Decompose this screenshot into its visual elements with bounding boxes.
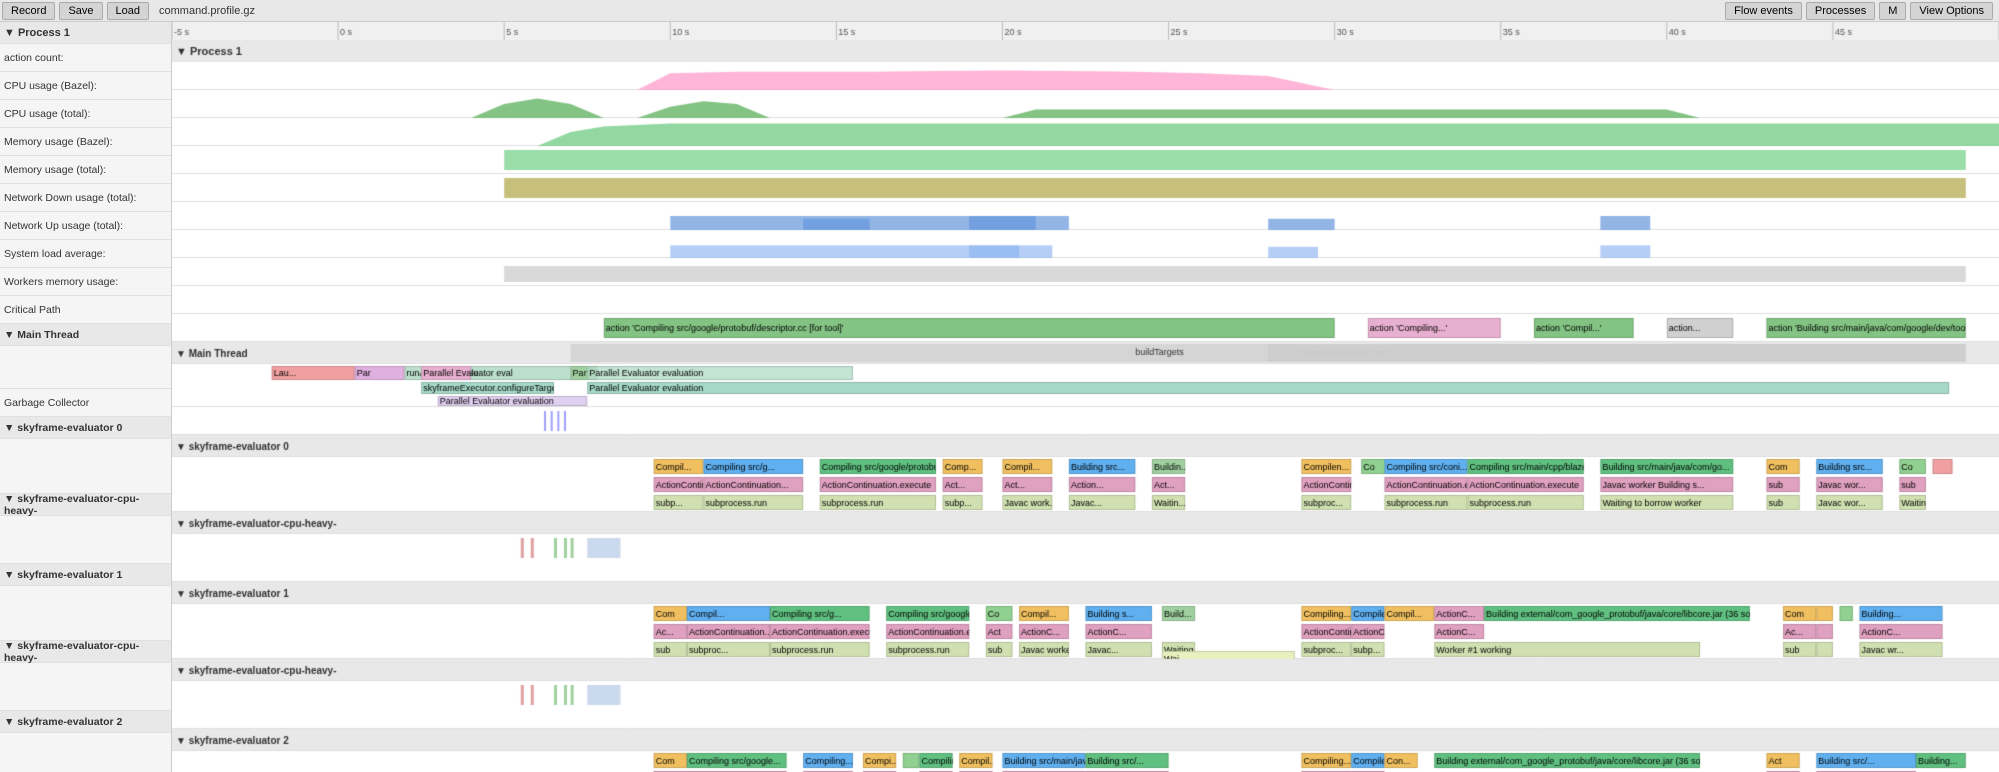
row-se2-sub	[0, 733, 171, 772]
row-cpu-total: CPU usage (total):	[0, 100, 171, 128]
right-panel	[172, 22, 1999, 772]
row-action-count: action count:	[0, 44, 171, 72]
row-se-cpu0-sub	[0, 516, 171, 564]
row-cpu-bazel: CPU usage (Bazel):	[0, 72, 171, 100]
row-se0-sub	[0, 439, 171, 494]
row-sysload: System load average:	[0, 240, 171, 268]
row-main-thread-sub	[0, 346, 171, 389]
row-net-down: Network Down usage (total):	[0, 184, 171, 212]
row-se2[interactable]: ▼ skyframe-evaluator 2	[0, 711, 171, 733]
row-se-cpu1-sub	[0, 663, 171, 711]
view-options-button[interactable]: View Options	[1910, 2, 1993, 20]
row-mem-bazel: Memory usage (Bazel):	[0, 128, 171, 156]
process-title[interactable]: ▼ Process 1	[0, 22, 171, 44]
row-mem-total: Memory usage (total):	[0, 156, 171, 184]
row-net-up: Network Up usage (total):	[0, 212, 171, 240]
left-panel: ▼ Process 1 action count: CPU usage (Baz…	[0, 22, 172, 772]
row-gc: Garbage Collector	[0, 389, 171, 417]
row-workers-mem: Workers memory usage:	[0, 268, 171, 296]
save-button[interactable]: Save	[59, 2, 102, 20]
row-main-thread[interactable]: ▼ Main Thread	[0, 324, 171, 346]
timeline-ruler	[172, 22, 1999, 40]
row-critical-path: Critical Path	[0, 296, 171, 324]
row-se-cpu0[interactable]: ▼ skyframe-evaluator-cpu-heavy-	[0, 494, 171, 516]
row-se0[interactable]: ▼ skyframe-evaluator 0	[0, 417, 171, 439]
processes-button[interactable]: Processes	[1806, 2, 1875, 20]
m-button[interactable]: M	[1879, 2, 1906, 20]
load-button[interactable]: Load	[107, 2, 149, 20]
filename-label: command.profile.gz	[159, 5, 1723, 17]
record-button[interactable]: Record	[2, 2, 55, 20]
row-se-cpu1[interactable]: ▼ skyframe-evaluator-cpu-heavy-	[0, 641, 171, 663]
row-se1-sub	[0, 586, 171, 641]
flow-events-button[interactable]: Flow events	[1725, 2, 1802, 20]
row-se1[interactable]: ▼ skyframe-evaluator 1	[0, 564, 171, 586]
